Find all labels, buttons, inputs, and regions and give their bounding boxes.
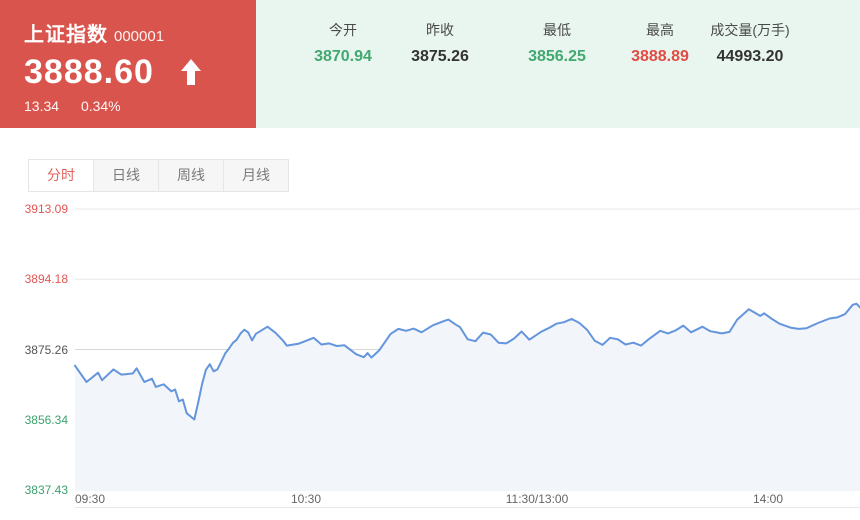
price-area-fill (75, 303, 860, 490)
intraday-chart: 3913.09 3894.18 3875.26 3856.34 3837.43 09:30… (0, 0, 860, 520)
price-line-svg[interactable] (0, 0, 860, 520)
